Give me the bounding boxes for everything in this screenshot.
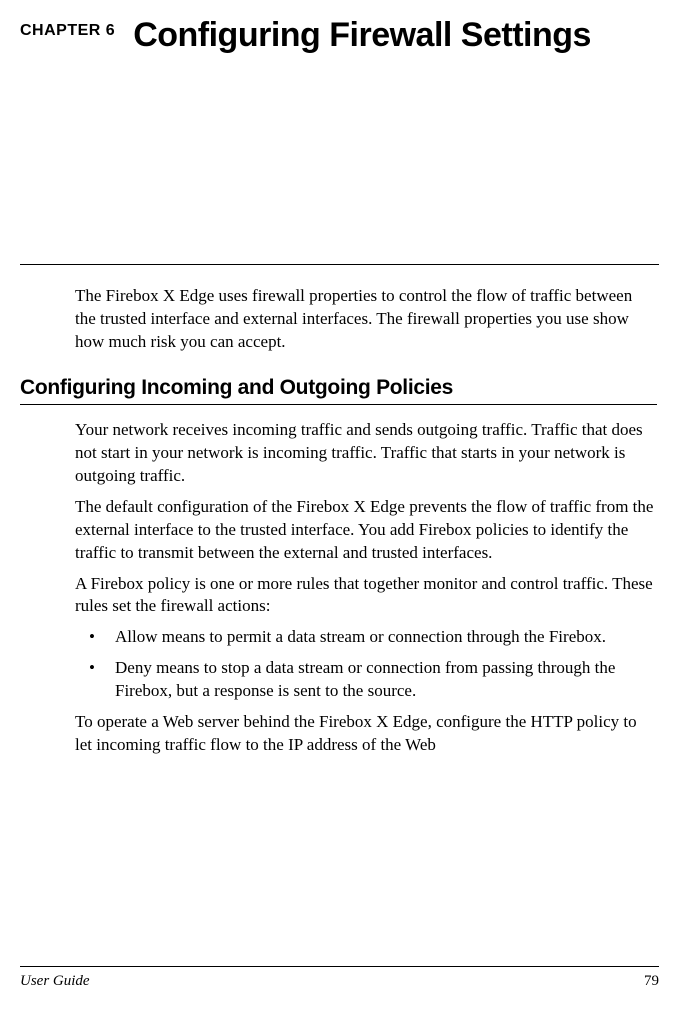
footer-left: User Guide (20, 973, 90, 990)
chapter-title: Configuring Firewall Settings (133, 16, 591, 54)
chapter-header: CHAPTER 6 Configuring Firewall Settings (20, 16, 659, 54)
bullet-item: Deny means to stop a data stream or conn… (75, 657, 657, 703)
bullet-list: Allow means to permit a data stream or c… (75, 626, 657, 703)
section-para-3: A Firebox policy is one or more rules th… (75, 573, 657, 619)
intro-paragraph: The Firebox X Edge uses firewall propert… (75, 285, 657, 354)
section-heading: Configuring Incoming and Outgoing Polici… (20, 376, 657, 405)
main-content: The Firebox X Edge uses firewall propert… (20, 265, 659, 757)
section-para-1: Your network receives incoming traffic a… (75, 419, 657, 488)
footer-page-number: 79 (644, 973, 659, 990)
bullet-item: Allow means to permit a data stream or c… (75, 626, 657, 649)
section-para-after-bullets: To operate a Web server behind the Fireb… (75, 711, 657, 757)
section-para-2: The default configuration of the Firebox… (75, 496, 657, 565)
chapter-label: CHAPTER 6 (20, 16, 115, 40)
page-footer: User Guide 79 (20, 966, 659, 990)
